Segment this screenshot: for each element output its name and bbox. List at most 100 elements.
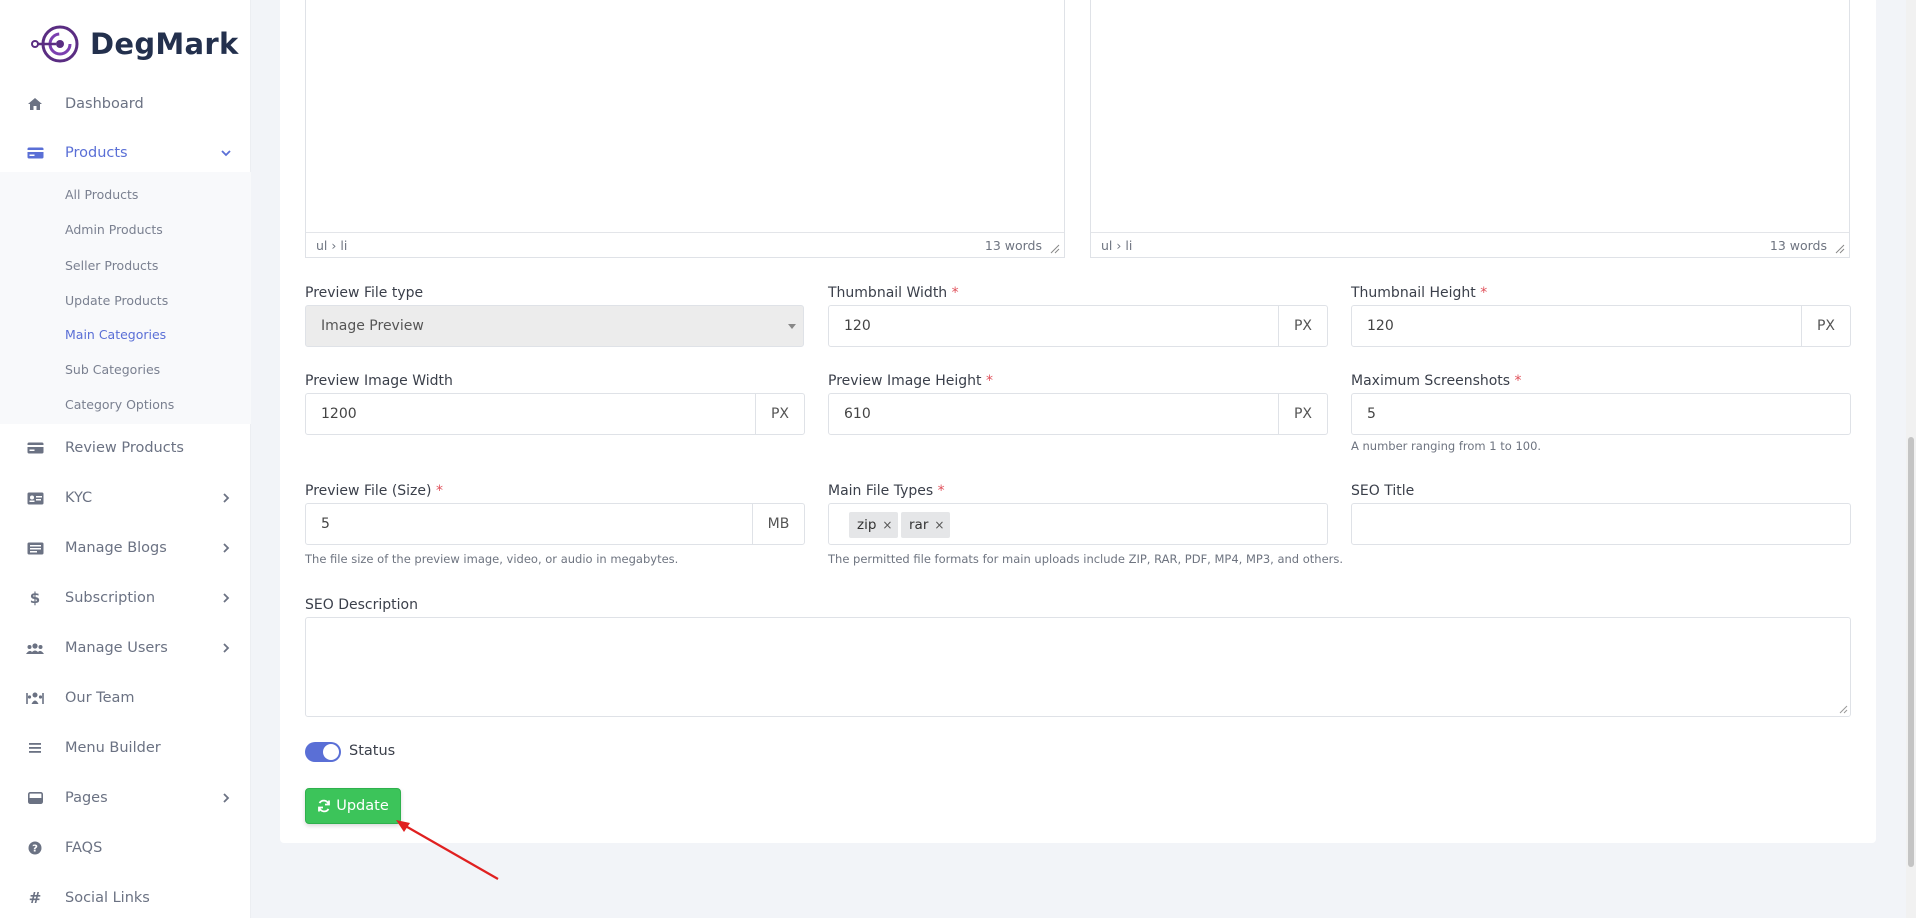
chevron-right-icon xyxy=(223,793,230,803)
resize-grip-icon[interactable] xyxy=(1835,244,1845,254)
sidebar-item-review-products[interactable]: Review Products xyxy=(0,423,251,473)
required-mark: * xyxy=(1480,285,1488,301)
card-icon xyxy=(26,144,44,162)
page-scrollbar[interactable] xyxy=(1906,0,1916,918)
preview-image-width-input[interactable]: 1200 xyxy=(305,393,756,435)
status-toggle[interactable] xyxy=(305,742,341,762)
list-box-icon xyxy=(26,539,44,557)
thumbnail-height-input[interactable]: 120 xyxy=(1351,305,1802,347)
seo-description-textarea[interactable] xyxy=(305,617,1851,717)
tag-zip: zip × xyxy=(849,512,899,538)
submenu-item-sub-categories[interactable]: Sub Categories xyxy=(65,362,160,377)
preview-file-size-input[interactable]: 5 xyxy=(305,503,753,545)
annotation-arrow-icon xyxy=(396,820,499,880)
sidebar-item-label: KYC xyxy=(65,490,93,506)
editor-element-path[interactable]: ul › li xyxy=(316,238,347,253)
required-mark: * xyxy=(951,285,959,301)
tag-remove-icon[interactable]: × xyxy=(882,518,892,532)
maximum-screenshots-help: A number ranging from 1 to 100. xyxy=(1351,439,1542,453)
sidebar-item-label: Subscription xyxy=(65,590,156,606)
card-icon xyxy=(26,439,44,457)
rich-text-editor-left[interactable]: ul › li 13 words xyxy=(305,0,1065,258)
resize-grip-icon[interactable] xyxy=(1050,244,1060,254)
id-card-icon xyxy=(26,489,44,507)
main-card: ul › li 13 words ul › li 13 words Previe… xyxy=(280,0,1876,843)
tag-label: rar xyxy=(909,517,929,533)
sidebar-item-products[interactable]: Products xyxy=(0,128,251,178)
editor-word-count: 13 words xyxy=(984,238,1042,253)
preview-file-type-select[interactable]: Image Preview xyxy=(305,305,804,347)
submenu-item-seller-products[interactable]: Seller Products xyxy=(65,258,158,273)
chevron-right-icon xyxy=(223,493,230,503)
tag-remove-icon[interactable]: × xyxy=(934,518,944,532)
status-label: Status xyxy=(349,743,396,759)
sidebar-item-social-links[interactable]: # Social Links xyxy=(0,873,251,918)
brand-name: DegMark xyxy=(90,27,239,61)
toggle-knob xyxy=(323,744,339,760)
submenu-item-main-categories[interactable]: Main Categories xyxy=(65,327,166,342)
required-mark: * xyxy=(435,483,443,499)
sidebar-item-faqs[interactable]: ? FAQS xyxy=(0,823,251,873)
preview-image-width-label: Preview Image Width xyxy=(305,373,453,389)
refresh-icon xyxy=(318,799,331,813)
seo-title-input[interactable] xyxy=(1351,503,1851,545)
sidebar-item-subscription[interactable]: $ Subscription xyxy=(0,573,251,623)
input-value: 1200 xyxy=(321,406,357,422)
degmark-logo-icon xyxy=(31,25,79,63)
question-icon: ? xyxy=(26,839,44,857)
required-mark: * xyxy=(1514,373,1522,389)
sidebar-item-manage-blogs[interactable]: Manage Blogs xyxy=(0,523,251,573)
scrollbar-thumb[interactable] xyxy=(1908,437,1914,867)
update-button[interactable]: Update xyxy=(305,788,401,824)
unit-addon: MB xyxy=(752,503,805,545)
sidebar-item-label: Social Links xyxy=(65,890,150,906)
home-icon xyxy=(26,95,44,113)
unit-addon: PX xyxy=(1278,393,1328,435)
main-file-types-label: Main File Types * xyxy=(828,483,945,499)
svg-text:?: ? xyxy=(32,844,38,855)
editor-element-path[interactable]: ul › li xyxy=(1101,238,1132,253)
rich-text-editor-right[interactable]: ul › li 13 words xyxy=(1090,0,1850,258)
tag-rar: rar × xyxy=(901,512,951,538)
tag-label: zip xyxy=(857,517,877,533)
required-mark: * xyxy=(937,483,945,499)
sidebar-item-menu-builder[interactable]: Menu Builder xyxy=(0,723,251,773)
caret-down-icon xyxy=(788,324,796,329)
maximum-screenshots-input[interactable]: 5 xyxy=(1351,393,1851,435)
sidebar-item-kyc[interactable]: KYC xyxy=(0,473,251,523)
resize-grip-icon[interactable] xyxy=(1839,705,1848,714)
sidebar-item-manage-users[interactable]: Manage Users xyxy=(0,623,251,673)
editor-word-count: 13 words xyxy=(1769,238,1827,253)
sidebar-item-label: Menu Builder xyxy=(65,740,161,756)
submenu-item-all-products[interactable]: All Products xyxy=(65,187,138,202)
unit-addon: PX xyxy=(755,393,805,435)
unit-addon: PX xyxy=(1801,305,1851,347)
chevron-right-icon xyxy=(223,593,230,603)
seo-title-label: SEO Title xyxy=(1351,483,1415,499)
sidebar-item-our-team[interactable]: Our Team xyxy=(0,673,251,723)
logo[interactable]: DegMark xyxy=(30,22,239,66)
input-value: 5 xyxy=(1367,406,1376,422)
sidebar-item-label: Pages xyxy=(65,790,108,806)
preview-file-size-help: The file size of the preview image, vide… xyxy=(305,552,679,566)
submenu-item-category-options[interactable]: Category Options xyxy=(65,397,174,412)
editor-statusbar: ul › li 13 words xyxy=(1091,232,1849,257)
chevron-down-icon xyxy=(221,150,231,157)
input-value: 120 xyxy=(844,318,871,334)
submenu-item-update-products[interactable]: Update Products xyxy=(65,293,168,308)
team-icon xyxy=(26,689,44,707)
sidebar-item-label: Manage Blogs xyxy=(65,540,167,556)
preview-file-type-label: Preview File type xyxy=(305,285,424,301)
preview-image-height-label: Preview Image Height * xyxy=(828,373,993,389)
submenu-item-admin-products[interactable]: Admin Products xyxy=(65,222,163,237)
preview-image-height-input[interactable]: 610 xyxy=(828,393,1279,435)
maximum-screenshots-label: Maximum Screenshots * xyxy=(1351,373,1522,389)
preview-file-size-label: Preview File (Size) * xyxy=(305,483,443,499)
input-value: 5 xyxy=(321,516,330,532)
thumbnail-height-label: Thumbnail Height * xyxy=(1351,285,1488,301)
main-file-types-tag-input[interactable]: zip × rar × xyxy=(828,503,1328,545)
sidebar-item-dashboard[interactable]: Dashboard xyxy=(0,79,251,129)
sidebar-item-pages[interactable]: Pages xyxy=(0,773,251,823)
thumbnail-width-input[interactable]: 120 xyxy=(828,305,1279,347)
sidebar-item-label: FAQS xyxy=(65,840,103,856)
